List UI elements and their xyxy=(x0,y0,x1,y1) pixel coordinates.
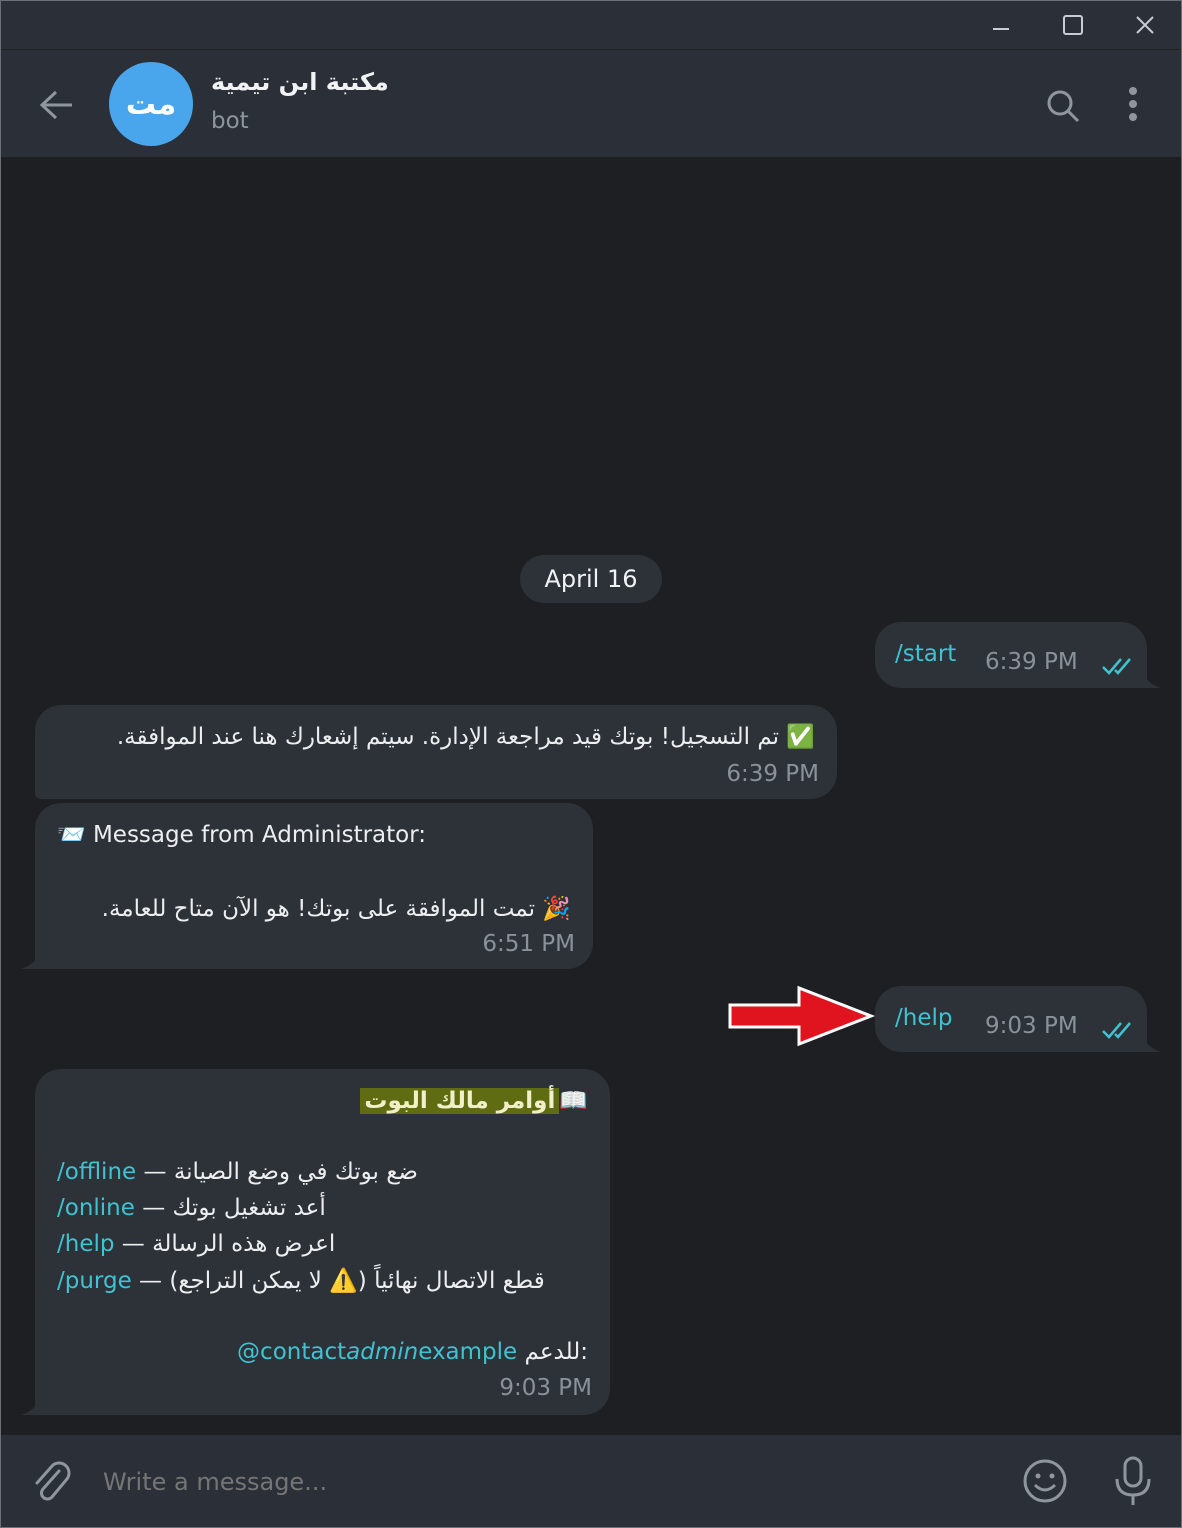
emoji-icon[interactable] xyxy=(1021,1457,1069,1509)
message-time: 6:39 PM xyxy=(726,761,819,787)
chat-header: مت مكتبة ابن تيمية bot xyxy=(1,49,1181,158)
check-mark-emoji-icon: ✅ xyxy=(786,724,815,750)
message-list[interactable]: April 16 /start 6:39 PM ✅ تم التسجيل! بو… xyxy=(1,157,1181,1435)
message-time: 9:03 PM xyxy=(499,1375,592,1401)
message-time: 9:03 PM xyxy=(985,1013,1078,1039)
envelope-emoji-icon: 📨 xyxy=(57,822,86,848)
command-link[interactable]: /start xyxy=(895,641,956,667)
command-row: /offline — ضع بوتك في وضع الصيانة xyxy=(57,1159,418,1185)
maximize-icon[interactable] xyxy=(1037,1,1109,49)
message-incoming[interactable]: ✅ تم التسجيل! بوتك قيد مراجعة الإدارة. س… xyxy=(35,705,837,799)
message-time: 6:39 PM xyxy=(985,649,1078,675)
support-line: @contactadminexample للدعم: xyxy=(237,1339,588,1365)
message-text: 📨 Message from Administrator: xyxy=(57,822,427,848)
bubble-tail xyxy=(1141,670,1161,688)
telegram-window: مت مكتبة ابن تيمية bot April 16 /start 6… xyxy=(0,0,1182,1528)
bubble-tail xyxy=(21,951,41,969)
avatar[interactable]: مت xyxy=(109,62,193,146)
more-vertical-icon[interactable] xyxy=(1111,82,1155,126)
message-incoming[interactable]: 📨 Message from Administrator: 🎉 تمت المو… xyxy=(35,803,593,969)
support-contact-link[interactable]: @contactadminexample xyxy=(237,1339,517,1365)
command-row: /online — أعد تشغيل بوتك xyxy=(57,1195,326,1221)
message-outgoing[interactable]: /start 6:39 PM xyxy=(875,622,1147,688)
command-row: /purge — قطع الاتصال نهائياً (⚠️ لا يمكن… xyxy=(57,1268,545,1294)
book-emoji-icon: 📖 xyxy=(559,1088,588,1114)
paperclip-icon[interactable] xyxy=(29,1457,73,1509)
microphone-icon[interactable] xyxy=(1111,1455,1155,1511)
bubble-tail xyxy=(21,1397,41,1415)
command-row: /help — اعرض هذه الرسالة xyxy=(57,1231,336,1257)
back-arrow-icon[interactable] xyxy=(31,80,81,130)
search-icon[interactable] xyxy=(1041,84,1085,128)
double-check-icon xyxy=(1101,1020,1137,1046)
chat-subtitle: bot xyxy=(211,108,249,134)
annotation-arrow-icon xyxy=(728,985,876,1047)
message-outgoing[interactable]: /help 9:03 PM xyxy=(875,986,1147,1052)
message-incoming[interactable]: 📖أوامر مالك البوت /offline — ضع بوتك في … xyxy=(35,1069,610,1415)
message-text: 🎉 تمت الموافقة على بوتك! هو الآن متاح لل… xyxy=(101,896,571,922)
close-icon[interactable] xyxy=(1109,1,1181,49)
message-text: ✅ تم التسجيل! بوتك قيد مراجعة الإدارة. س… xyxy=(116,724,815,750)
command-link[interactable]: /help xyxy=(895,1005,952,1031)
chat-title[interactable]: مكتبة ابن تيمية xyxy=(211,68,389,96)
message-input[interactable] xyxy=(101,1455,985,1509)
command-link[interactable]: /offline xyxy=(57,1159,136,1185)
bubble-tail xyxy=(1141,1034,1161,1052)
double-check-icon xyxy=(1101,656,1137,682)
message-time: 6:51 PM xyxy=(482,931,575,957)
date-separator: April 16 xyxy=(520,555,662,603)
command-link[interactable]: /purge xyxy=(57,1268,132,1294)
party-popper-emoji-icon: 🎉 xyxy=(542,896,571,922)
title-bar xyxy=(1,1,1181,49)
message-composer xyxy=(1,1435,1181,1527)
help-heading: 📖أوامر مالك البوت xyxy=(360,1087,588,1114)
command-link[interactable]: /help xyxy=(57,1231,114,1257)
minimize-icon[interactable] xyxy=(965,1,1037,49)
command-link[interactable]: /online xyxy=(57,1195,135,1221)
